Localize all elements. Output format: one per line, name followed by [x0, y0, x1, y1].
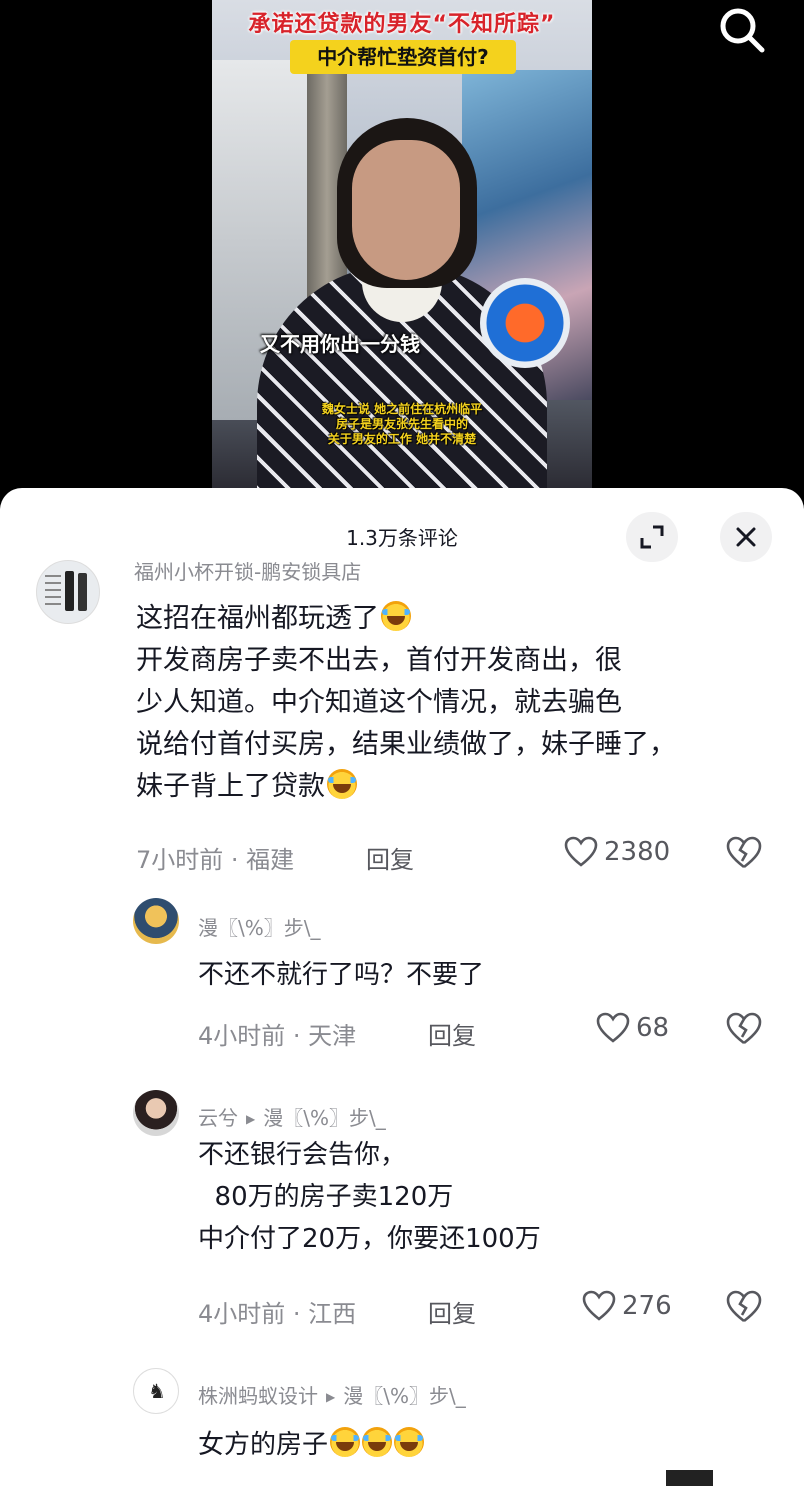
comment-username-row: 云兮 ▶ 漫〖\%〗步\_ [198, 1102, 386, 1131]
comment-text-line: 妹子背上了贷款 [136, 771, 325, 802]
like-button[interactable]: 276 [582, 1290, 672, 1322]
comment-username[interactable]: 株洲蚂蚁设计 [198, 1384, 318, 1408]
heart-icon [596, 1012, 630, 1043]
reply-to-username[interactable]: 漫〖\%〗步\_ [343, 1384, 465, 1408]
comment-time-location: 4小时前 · 江西 [198, 1300, 357, 1328]
close-button[interactable] [720, 512, 772, 562]
video-caption-line: 魏女士说 她之前住在杭州临平 [321, 402, 483, 416]
reply-button[interactable]: 回复 [366, 840, 414, 875]
expand-button[interactable] [626, 512, 678, 562]
broken-heart-icon[interactable] [726, 1012, 762, 1046]
laugh-cry-emoji [381, 601, 411, 631]
video-player[interactable]: 承诺还贷款的男友“不知所踪” 中介帮忙垫资首付? 又不用你出一分钱 魏女士说 她… [0, 0, 804, 500]
reply-button[interactable]: 回复 [428, 1016, 476, 1051]
comment-text-line: 说给付首付买房，结果业绩做了，妹子睡了， [136, 729, 676, 760]
ant-logo-icon: ♞ [148, 1379, 166, 1403]
comment-text: 不还不就行了吗？不要了 [198, 960, 485, 990]
avatar-graphic [78, 573, 87, 611]
video-subtitle: 中介帮忙垫资首付? [290, 40, 516, 74]
avatar-graphic [65, 571, 74, 611]
comment-username[interactable]: 漫〖\%〗步\_ [198, 912, 320, 941]
expand-icon [640, 525, 664, 549]
comment-time-location: 7小时前 · 福建 [136, 846, 295, 874]
like-button[interactable]: 2380 [564, 836, 670, 868]
avatar[interactable] [133, 1090, 179, 1136]
like-count: 68 [636, 1013, 670, 1043]
like-count: 276 [622, 1291, 672, 1321]
broken-heart-icon[interactable] [726, 836, 762, 870]
search-button[interactable] [712, 2, 772, 58]
video-caption-line: 房子是男友张先生看中的 [335, 417, 468, 431]
comments-sheet: 1.3万条评论 福州小杯开锁-鹏安锁具店 这招在福州都玩透了 开发商房子卖不出去… [0, 488, 804, 1487]
avatar[interactable] [36, 560, 100, 624]
video-frame[interactable]: 承诺还贷款的男友“不知所踪” 中介帮忙垫资首付? 又不用你出一分钱 魏女士说 她… [212, 0, 592, 490]
reply-to-username[interactable]: 漫〖\%〗步\_ [263, 1106, 385, 1130]
comment-text-line: 不还银行会告你， [198, 1140, 407, 1170]
reply-arrow-icon: ▶ [246, 1112, 256, 1126]
video-person-face [352, 140, 460, 280]
video-title: 承诺还贷款的男友“不知所踪” [248, 12, 556, 37]
like-count: 2380 [604, 837, 671, 867]
microphone-logo [480, 278, 570, 368]
laugh-cry-emoji [327, 769, 357, 799]
comment-text-line: 少人知道。中介知道这个情况，就去骗色 [136, 687, 622, 718]
comment-text: 这招在福州都玩透了 开发商房子卖不出去，首付开发商出，很 少人知道。中介知道这个… [136, 598, 676, 808]
reply-button[interactable]: 回复 [428, 1294, 476, 1329]
comment-username[interactable]: 福州小杯开锁-鹏安锁具店 [134, 556, 361, 585]
comment-text: 不还银行会告你， 80万的房子卖120万 中介付了20万，你要还100万 [198, 1134, 541, 1260]
laugh-cry-emoji [330, 1427, 361, 1457]
avatar[interactable]: ♞ [133, 1368, 179, 1414]
close-icon [736, 527, 756, 547]
heart-icon [582, 1290, 616, 1321]
comment-text-line: 中介付了20万，你要还100万 [198, 1224, 541, 1254]
broken-heart-icon[interactable] [726, 1290, 762, 1324]
watermark [666, 1470, 784, 1486]
heart-icon [564, 836, 598, 867]
reply-arrow-icon: ▶ [326, 1390, 336, 1404]
comment-username[interactable]: 云兮 [198, 1106, 238, 1130]
like-button[interactable]: 68 [596, 1012, 669, 1044]
search-icon [720, 8, 765, 53]
avatar[interactable] [133, 898, 179, 944]
comment-time-location: 4小时前 · 天津 [198, 1022, 357, 1050]
video-quote: 又不用你出一分钱 [260, 332, 420, 356]
comment-username-row: 株洲蚂蚁设计 ▶ 漫〖\%〗步\_ [198, 1380, 466, 1409]
laugh-cry-emoji [394, 1427, 425, 1457]
comment-text-line: 开发商房子卖不出去，首付开发商出，很 [136, 645, 622, 676]
comment-text-line: 女方的房子 [198, 1430, 329, 1460]
avatar-graphic [45, 575, 61, 609]
comment-text-line: 这招在福州都玩透了 [136, 603, 379, 634]
comment-text-line: 80万的房子卖120万 [198, 1182, 454, 1212]
comment-text: 女方的房子 [198, 1424, 425, 1466]
comments-count-title: 1.3万条评论 [346, 526, 458, 550]
laugh-cry-emoji [362, 1427, 393, 1457]
video-caption-line: 关于男友的工作 她并不清楚 [327, 432, 477, 446]
video-caption: 魏女士说 她之前住在杭州临平 房子是男友张先生看中的 关于男友的工作 她并不清楚 [252, 402, 552, 447]
